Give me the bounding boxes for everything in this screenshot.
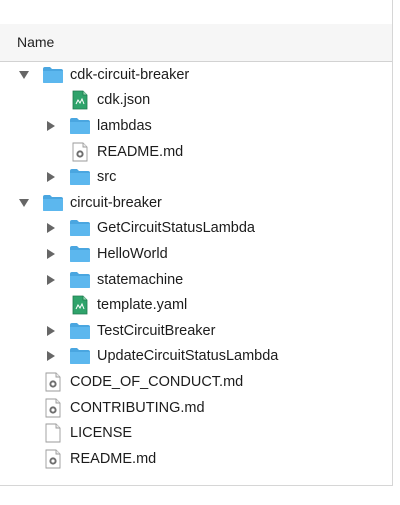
markdown-file-icon (42, 372, 64, 392)
folder-icon (69, 346, 91, 366)
file-row[interactable]: lambdas (0, 113, 392, 139)
file-name: README.md (97, 143, 184, 160)
folder-icon (69, 244, 91, 264)
file-list: cdk-circuit-breaker cdk.json lambdas README… (0, 62, 392, 472)
column-header-name[interactable]: Name (17, 34, 54, 50)
file-row[interactable]: CONTRIBUTING.md (0, 395, 392, 421)
file-name: template.yaml (97, 297, 188, 314)
file-name: circuit-breaker (70, 194, 162, 211)
text-file-icon (42, 423, 64, 443)
disclosure-closed-icon[interactable] (45, 120, 57, 132)
file-row[interactable]: cdk.json (0, 88, 392, 114)
folder-icon (69, 116, 91, 136)
folder-icon (42, 193, 64, 213)
folder-icon (42, 65, 64, 85)
disclosure-closed-icon[interactable] (45, 222, 57, 234)
disclosure-closed-icon[interactable] (45, 325, 57, 337)
file-name: README.md (70, 450, 157, 467)
disclosure-closed-icon[interactable] (45, 274, 57, 286)
file-row[interactable]: GetCircuitStatusLambda (0, 216, 392, 242)
file-name: cdk-circuit-breaker (70, 66, 190, 83)
file-row[interactable]: statemachine (0, 267, 392, 293)
markdown-file-icon (69, 142, 91, 162)
yaml-file-icon (69, 295, 91, 315)
file-row[interactable]: template.yaml (0, 292, 392, 318)
file-name: GetCircuitStatusLambda (97, 220, 255, 237)
folder-icon (69, 270, 91, 290)
file-name: lambdas (97, 117, 152, 134)
folder-icon (69, 167, 91, 187)
disclosure-open-icon[interactable] (18, 197, 30, 209)
disclosure-closed-icon[interactable] (45, 248, 57, 260)
file-name: src (97, 169, 117, 186)
file-row[interactable]: README.md (0, 446, 392, 472)
file-name: HelloWorld (97, 245, 168, 262)
file-row[interactable]: HelloWorld (0, 241, 392, 267)
file-name: statemachine (97, 271, 184, 288)
markdown-file-icon (42, 449, 64, 469)
file-name: LICENSE (70, 425, 133, 442)
file-name: cdk.json (97, 92, 151, 109)
disclosure-open-icon[interactable] (18, 69, 30, 81)
file-name: TestCircuitBreaker (97, 322, 216, 339)
folder-icon (69, 218, 91, 238)
json-file-icon (69, 90, 91, 110)
disclosure-closed-icon[interactable] (45, 350, 57, 362)
file-row[interactable]: CODE_OF_CONDUCT.md (0, 369, 392, 395)
finder-window: Name cdk-circuit-breaker cdk.json lambdas R… (0, 0, 393, 486)
folder-icon (69, 321, 91, 341)
file-name: CODE_OF_CONDUCT.md (70, 373, 244, 390)
file-row[interactable]: README.md (0, 139, 392, 165)
file-name: UpdateCircuitStatusLambda (97, 348, 279, 365)
file-row[interactable]: UpdateCircuitStatusLambda (0, 344, 392, 370)
file-row[interactable]: LICENSE (0, 420, 392, 446)
file-row[interactable]: circuit-breaker (0, 190, 392, 216)
file-name: CONTRIBUTING.md (70, 399, 205, 416)
file-row[interactable]: TestCircuitBreaker (0, 318, 392, 344)
markdown-file-icon (42, 398, 64, 418)
column-header[interactable]: Name (0, 24, 392, 62)
file-row[interactable]: cdk-circuit-breaker (0, 62, 392, 88)
file-row[interactable]: src (0, 164, 392, 190)
disclosure-closed-icon[interactable] (45, 171, 57, 183)
